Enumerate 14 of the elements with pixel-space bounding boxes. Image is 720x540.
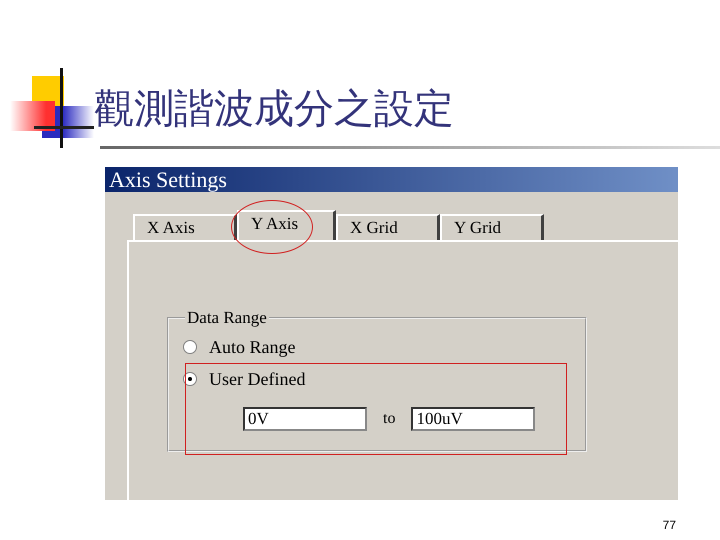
window-title: Axis Settings: [105, 167, 678, 192]
option-label[interactable]: Auto Range: [209, 336, 296, 358]
option-label[interactable]: User Defined: [209, 368, 306, 390]
slide-title: 觀測諧波成分之設定: [94, 84, 454, 134]
tab[interactable]: Y Axis: [237, 210, 336, 240]
tab[interactable]: X Axis: [133, 214, 237, 240]
page-number: 77: [662, 518, 676, 532]
to-field[interactable]: 100uV: [411, 407, 536, 431]
tab[interactable]: Y Grid: [440, 214, 544, 240]
tab[interactable]: X Grid: [336, 214, 440, 240]
radio-button[interactable]: [183, 340, 197, 354]
to-label: to: [383, 410, 396, 428]
from-field[interactable]: 0V: [243, 407, 367, 431]
radio-button[interactable]: [183, 372, 197, 386]
